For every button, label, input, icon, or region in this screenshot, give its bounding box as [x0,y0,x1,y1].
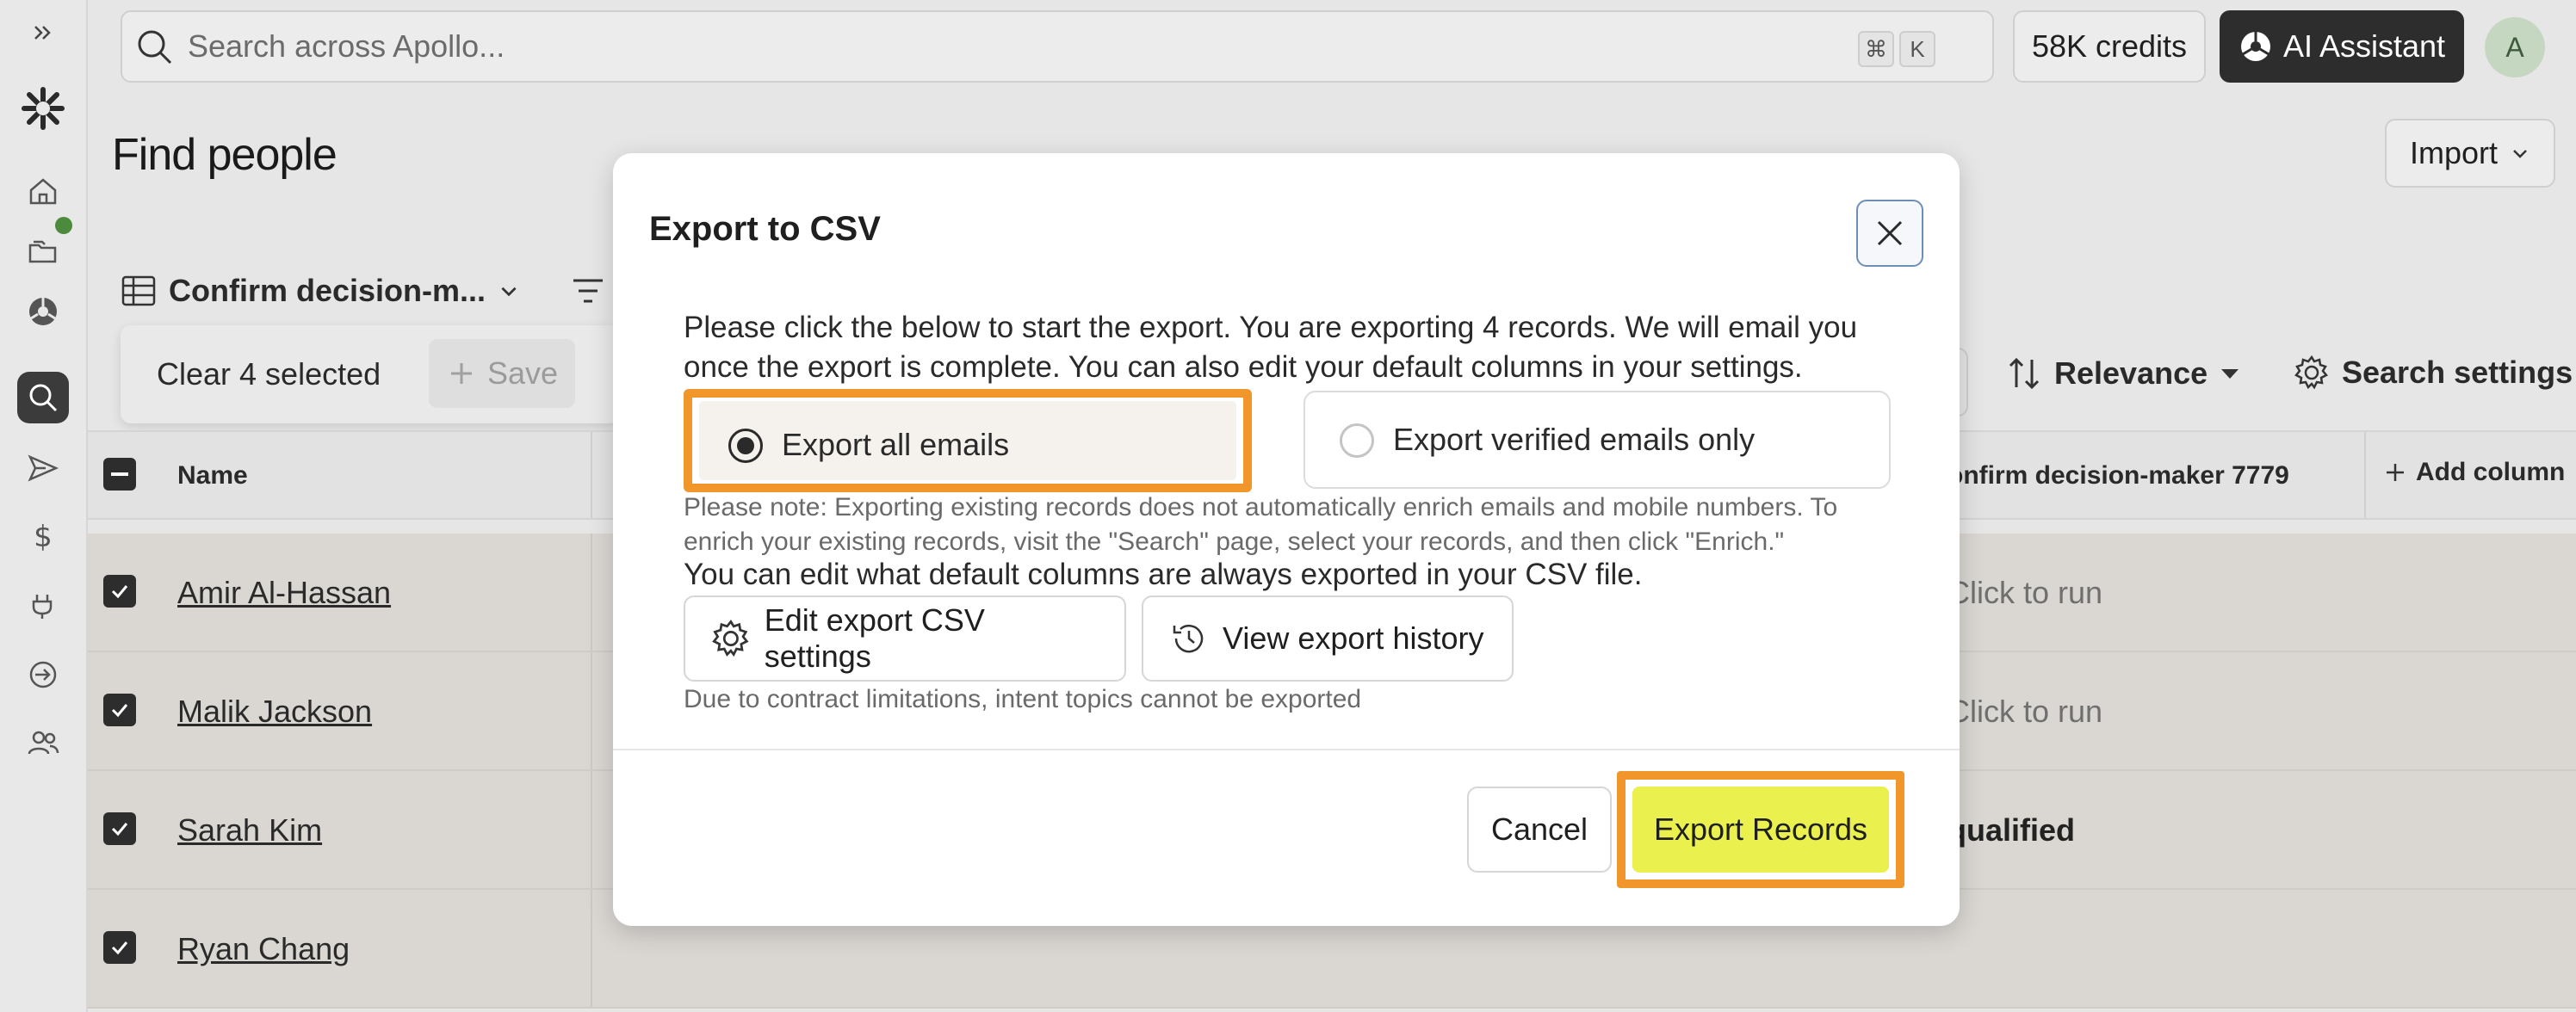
export-records-highlight: Export Records [1617,771,1904,888]
column-divider [591,652,592,769]
column-divider [591,771,592,888]
save-button[interactable]: Save [429,339,575,408]
clear-selection-button[interactable]: Clear 4 selected [157,356,381,392]
export-records-button[interactable]: Export Records [1632,787,1889,873]
plus-icon [450,363,472,384]
export-all-emails-label: Export all emails [782,427,1010,462]
shortcut-cmd-key: ⌘ [1858,31,1894,67]
edit-export-settings-button[interactable]: Edit export CSV settings [684,595,1126,682]
sort-arrows-icon [2009,357,2040,390]
avatar[interactable]: A [2485,17,2545,77]
close-icon [1877,220,1903,246]
filter-icon[interactable] [570,274,606,312]
credits-button[interactable]: 58K credits [2013,10,2206,83]
radio-selected-icon[interactable] [728,429,763,463]
chevron-down-icon [501,287,517,297]
view-export-history-button[interactable]: View export history [1142,595,1514,682]
search-settings-label: Search settings [2342,355,2573,390]
plugin-tools-icon[interactable] [17,580,69,632]
export-csv-modal: Export to CSV Please click the below to … [613,153,1960,926]
import-label: Import [2409,135,2499,170]
column-divider [591,890,592,1007]
export-verified-emails-label: Export verified emails only [1393,422,1756,457]
search-people-icon[interactable] [17,372,69,423]
person-name-link[interactable]: Malik Jackson [177,694,372,730]
click-to-run-cell[interactable]: Click to run [1947,575,2102,611]
view-name: Confirm decision-m... [169,273,486,308]
person-name-link[interactable]: Amir Al-Hassan [177,575,391,611]
modal-divider [613,749,1960,750]
column-divider [2364,432,2366,518]
qualification-status-cell: qualified [1947,812,2076,848]
select-all-checkbox[interactable] [103,458,136,491]
svg-text:$: $ [34,521,53,553]
home-icon[interactable] [17,165,69,217]
apollo-logo-icon[interactable] [17,83,69,134]
export-description: Please click the below to start the expo… [684,311,1858,384]
column-divider [591,534,592,651]
save-label: Save [486,355,559,391]
edit-columns-info: You can edit what default columns are al… [684,558,1643,591]
gear-icon [712,620,749,657]
sidebar: $ [0,0,88,1012]
sequences-send-icon[interactable] [17,442,69,494]
option-background: Export all emails [699,401,1236,480]
click-to-run-cell[interactable]: Click to run [1947,694,2102,730]
close-modal-button[interactable] [1856,200,1923,267]
ai-assistant-button[interactable]: AI Assistant [2220,10,2464,83]
column-header-name[interactable]: Name [177,461,248,491]
sort-relevance-button[interactable]: Relevance [2006,355,2242,392]
search-icon [134,27,174,66]
cancel-button[interactable]: Cancel [1467,787,1612,873]
sort-label: Relevance [2054,355,2208,391]
page-title: Find people [112,130,337,180]
add-column-button[interactable]: Add column [2383,458,2565,487]
shortcut-k-key: K [1899,31,1935,67]
selection-toolbar: Clear 4 selected Save [121,325,620,423]
ai-agents-icon[interactable] [17,286,69,337]
login-arrow-icon[interactable] [17,649,69,700]
row-checkbox[interactable] [103,575,136,608]
add-column-label: Add column [2416,458,2566,486]
expand-sidebar-icon[interactable] [17,7,69,59]
modal-title: Export to CSV [649,210,881,248]
row-checkbox[interactable] [103,812,136,845]
radio-unselected-icon[interactable] [1340,423,1374,458]
folders-icon[interactable] [17,225,69,277]
export-all-emails-option[interactable]: Export all emails [684,389,1252,492]
ai-assistant-icon [2240,32,2270,61]
export-verified-emails-option[interactable]: Export verified emails only [1303,391,1891,489]
person-name-link[interactable]: Sarah Kim [177,812,322,848]
search-placeholder: Search across Apollo... [188,28,505,64]
caret-down-icon [2221,369,2239,379]
saved-view-select[interactable]: Confirm decision-m... [121,265,520,317]
team-users-icon[interactable] [17,718,69,769]
deals-dollar-icon[interactable]: $ [17,511,69,563]
gear-icon [2294,355,2328,390]
import-button[interactable]: Import [2385,119,2555,188]
column-header-decision-maker[interactable]: onfirm decision-maker 7779 [1947,461,2289,491]
history-clock-icon [1173,625,1204,653]
row-checkbox[interactable] [103,931,136,964]
edit-export-settings-label: Edit export CSV settings [764,602,985,674]
person-name-link[interactable]: Ryan Chang [177,931,350,967]
search-settings-button[interactable]: Search settings [2294,355,2573,391]
chevron-down-icon [2513,150,2527,158]
column-divider [591,432,592,518]
enrich-note: Please note: Exporting existing records … [684,493,1838,556]
plus-icon [2387,464,2404,481]
global-search-input[interactable]: Search across Apollo... ⌘ K [121,10,1994,83]
view-export-history-label: View export history [1223,620,1484,656]
ai-assistant-label: AI Assistant [2282,28,2446,64]
row-checkbox[interactable] [103,694,136,726]
table-grid-icon [121,275,156,306]
contract-limitation-note: Due to contract limitations, intent topi… [684,685,1362,713]
